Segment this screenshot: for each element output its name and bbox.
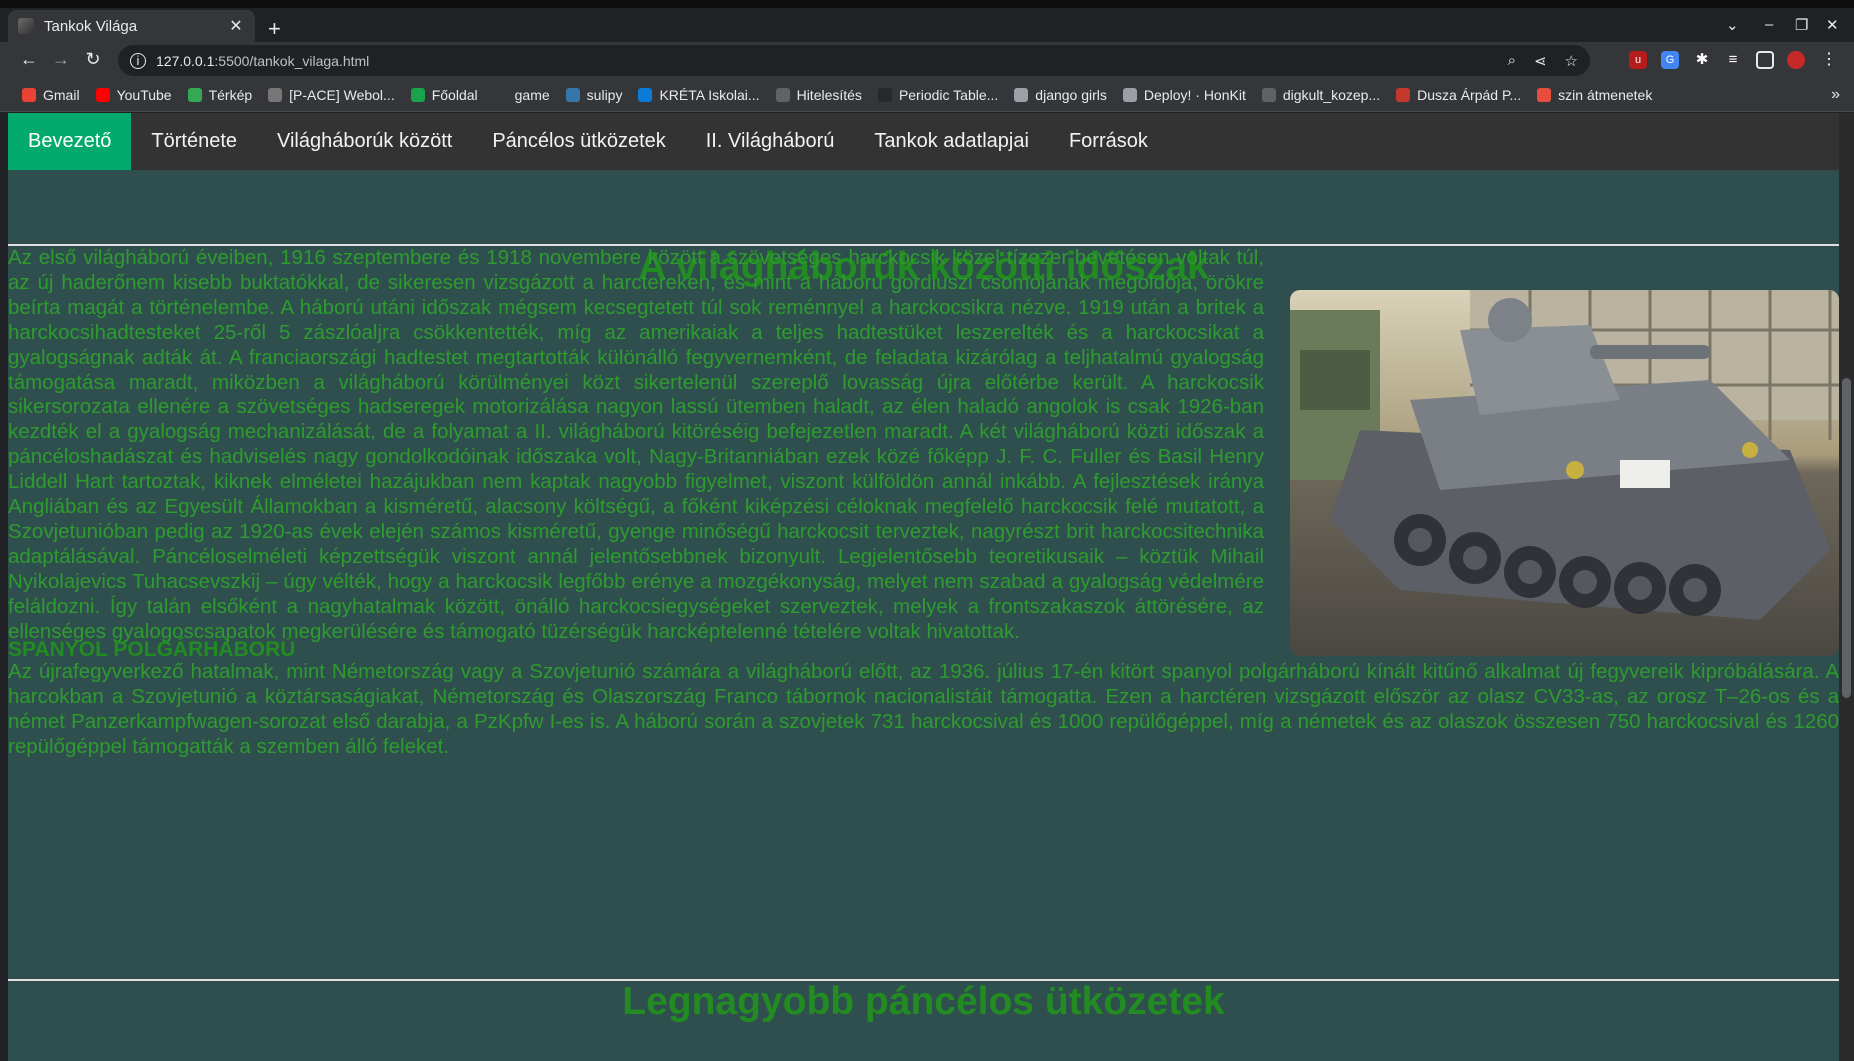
side-panel-icon[interactable] bbox=[1756, 51, 1774, 69]
blank-icon bbox=[493, 88, 508, 102]
reading-list-icon[interactable]: ≡ bbox=[1724, 51, 1742, 69]
d-icon bbox=[410, 88, 425, 102]
browser-tab[interactable]: Tankok Világa ✕ bbox=[8, 10, 255, 42]
bookmark-item[interactable]: Dusza Árpád P... bbox=[1396, 87, 1521, 103]
tab-search-icon[interactable]: ⌄ bbox=[1726, 16, 1739, 34]
ublock-extension-icon[interactable]: u bbox=[1629, 51, 1647, 69]
nav-item[interactable]: Tankok adatlapjai bbox=[854, 113, 1049, 170]
bookmark-label: Térkép bbox=[208, 87, 253, 103]
python-icon bbox=[565, 88, 580, 102]
bookmark-item[interactable]: [P-ACE] Webol... bbox=[268, 87, 395, 103]
site-info-icon[interactable]: i bbox=[130, 52, 146, 69]
nav-item[interactable]: Források bbox=[1049, 113, 1168, 170]
kreta-icon bbox=[638, 88, 653, 102]
nav-item[interactable]: Bevezető bbox=[8, 113, 132, 170]
bookmark-label: Dusza Árpád P... bbox=[1417, 87, 1522, 103]
bookmark-item[interactable]: django girls bbox=[1014, 87, 1107, 103]
bookmark-label: digkult_kozep... bbox=[1282, 87, 1381, 103]
url-path: :5500/tankok_vilaga.html bbox=[214, 52, 370, 69]
restore-icon[interactable]: ❐ bbox=[1795, 16, 1808, 34]
tab-title: Tankok Világa bbox=[44, 17, 138, 35]
reload-icon[interactable]: ↻ bbox=[82, 49, 104, 70]
bookmark-item[interactable]: Deploy! · HonKit bbox=[1122, 87, 1246, 103]
bookmarks-overflow-icon[interactable]: » bbox=[1831, 86, 1840, 104]
profile-avatar[interactable] bbox=[1787, 51, 1805, 69]
bookmark-label: django girls bbox=[1035, 87, 1107, 103]
nav-item[interactable]: Története bbox=[131, 113, 257, 170]
bookmark-item[interactable]: Gmail bbox=[22, 87, 80, 103]
site-navigation: Bevezető Története Világháborúk között Pánc… bbox=[8, 113, 1839, 170]
bookmark-item[interactable]: digkult_kozep... bbox=[1261, 87, 1381, 103]
bookmark-label: Főoldal bbox=[431, 87, 478, 103]
maps-icon bbox=[187, 88, 202, 102]
share-icon[interactable]: ⋖ bbox=[1534, 52, 1547, 70]
subsection-title: SPANYOL POLGÁRHÁBORÚ bbox=[8, 638, 296, 661]
book-icon bbox=[1122, 88, 1137, 102]
folder-icon bbox=[1014, 88, 1029, 102]
window-close-icon[interactable]: ✕ bbox=[1826, 16, 1839, 34]
bookmark-label: YouTube bbox=[116, 87, 172, 103]
tank-favicon-icon bbox=[18, 18, 34, 34]
nav-item[interactable]: II. Világháború bbox=[686, 113, 855, 170]
tab-close-icon[interactable]: ✕ bbox=[227, 16, 245, 36]
bookmarks-bar: Gmail YouTube Térkép [P-ACE] Webol... Főolda… bbox=[0, 79, 1854, 112]
bookmark-label: [P-ACE] Webol... bbox=[289, 87, 395, 103]
bookmark-label: szin átmenetek bbox=[1558, 87, 1653, 103]
new-tab-button[interactable]: + bbox=[268, 18, 281, 40]
zoom-icon[interactable]: ⌕ bbox=[1508, 52, 1516, 70]
bookmark-item[interactable]: Főoldal bbox=[410, 87, 478, 103]
bookmark-item[interactable]: Hitelesítés bbox=[775, 87, 862, 103]
nav-item[interactable]: Páncélos ütközetek bbox=[472, 113, 685, 170]
bookmark-item[interactable]: YouTube bbox=[95, 87, 172, 103]
bookmark-label: sulipy bbox=[586, 87, 623, 103]
page-viewport: Bevezető Története Világháborúk között Pánc… bbox=[8, 113, 1839, 1061]
tank-photo bbox=[1290, 290, 1839, 656]
star-icon bbox=[1537, 88, 1552, 102]
bookmark-label: Deploy! · HonKit bbox=[1143, 87, 1246, 103]
minimize-icon[interactable]: – bbox=[1765, 16, 1773, 33]
url-host: 127.0.0.1 bbox=[156, 52, 215, 69]
bookmark-label: KRÉTA Iskolai... bbox=[659, 87, 760, 103]
bookmark-item[interactable]: KRÉTA Iskolai... bbox=[638, 87, 760, 103]
next-section-title: Legnagyobb páncélos ütközetek bbox=[622, 980, 1225, 1023]
browser-window: Tankok Világa ✕ + ⌄ – ❐ ✕ ← → ↻ i 127.0.… bbox=[0, 0, 1854, 1061]
page-icon bbox=[268, 88, 283, 102]
gmail-icon bbox=[22, 88, 36, 102]
bookmark-label: game bbox=[514, 87, 550, 103]
bookmark-item[interactable]: Térkép bbox=[187, 87, 253, 103]
bookmark-item[interactable]: game bbox=[493, 87, 550, 103]
bookmark-label: Gmail bbox=[43, 87, 80, 103]
tab-strip: Tankok Világa ✕ + ⌄ – ❐ ✕ bbox=[0, 8, 1854, 42]
bookmark-label: Hitelesítés bbox=[796, 87, 862, 103]
nav-item[interactable]: Világháborúk között bbox=[257, 113, 472, 170]
system-top-strip bbox=[0, 0, 1854, 8]
subsection-paragraph: Az újrafegyverkező hatalmak, mint Németo… bbox=[8, 660, 1839, 758]
scrollbar-thumb[interactable] bbox=[1842, 378, 1851, 698]
extensions-puzzle-icon[interactable]: ✱ bbox=[1693, 51, 1711, 69]
bookmark-item[interactable]: szin átmenetek bbox=[1537, 87, 1652, 103]
bookmark-label: Periodic Table... bbox=[898, 87, 999, 103]
page-scrollbar[interactable] bbox=[1839, 113, 1854, 1061]
menu-kebab-icon[interactable]: ⋮ bbox=[1820, 51, 1838, 69]
bookmark-item[interactable]: Periodic Table... bbox=[877, 87, 999, 103]
forward-arrow-icon[interactable]: → bbox=[50, 49, 72, 70]
github-icon bbox=[877, 88, 892, 102]
intro-paragraph: Az első világháború éveiben, 1916 szepte… bbox=[8, 246, 1264, 643]
youtube-icon bbox=[95, 88, 110, 102]
back-arrow-icon[interactable]: ← bbox=[18, 49, 40, 70]
page-icon bbox=[1396, 88, 1411, 102]
omnibox-actions: ⌕ ⋖ ☆ bbox=[1508, 52, 1578, 70]
tank-photo-illustration bbox=[1290, 290, 1839, 656]
bookmark-star-icon[interactable]: ☆ bbox=[1565, 52, 1578, 70]
address-bar[interactable]: i 127.0.0.1:5500/tankok_vilaga.html ⌕ ⋖ … bbox=[118, 45, 1590, 76]
translate-extension-icon[interactable]: G bbox=[1661, 51, 1679, 69]
browser-toolbar: ← → ↻ i 127.0.0.1:5500/tankok_vilaga.htm… bbox=[0, 42, 1854, 79]
globe-icon bbox=[775, 88, 790, 102]
globe-icon bbox=[1261, 88, 1276, 102]
bookmark-item[interactable]: sulipy bbox=[565, 87, 623, 103]
url-text[interactable]: 127.0.0.1:5500/tankok_vilaga.html bbox=[156, 53, 369, 69]
